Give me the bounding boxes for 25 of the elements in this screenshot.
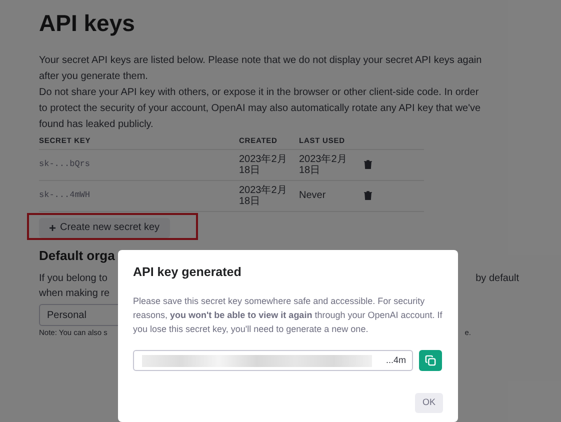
dialog-title: API key generated (133, 264, 242, 281)
key-field[interactable]: ...4m (133, 350, 413, 371)
trash-icon (364, 191, 372, 200)
table-cell-text: 2023年2月18日 (299, 154, 348, 176)
create-key-button[interactable]: + Create new secret key (39, 218, 170, 238)
copy-button[interactable] (419, 350, 442, 371)
table-cell-text: 2023年2月18日 (239, 154, 288, 176)
org-description: If you belong to (39, 272, 108, 286)
copy-icon (425, 354, 436, 366)
delete-button[interactable] (364, 190, 373, 201)
intro-paragraph: Do not share your API key with others, or expose it in the browser or other client-side code. In order to protect the security of your account, OpenAI may also automatically rotate any API key that we've found has leaked publicly. (39, 86, 482, 132)
ok-button[interactable]: OK (415, 392, 443, 413)
intro-paragraph: Your secret API keys are listed below. Please note that we do not display your secret API keys again after you generate them. (39, 54, 483, 84)
table-cell-text: sk-...bQrs (39, 159, 92, 170)
org-description: when making re (39, 287, 110, 302)
org-description: by default (476, 272, 519, 286)
delete-button[interactable] (364, 160, 373, 170)
section-heading: Default orga (39, 246, 115, 265)
page-title: API keys (39, 9, 136, 38)
trash-icon (364, 160, 372, 170)
table-cell-text: Never (299, 190, 327, 202)
table-cell-text: sk-...4mWH (39, 190, 92, 202)
plus-icon: + (49, 218, 56, 237)
key-value: ...4m (386, 354, 406, 366)
table-cell-text: 2023年2月18日 (239, 184, 288, 207)
